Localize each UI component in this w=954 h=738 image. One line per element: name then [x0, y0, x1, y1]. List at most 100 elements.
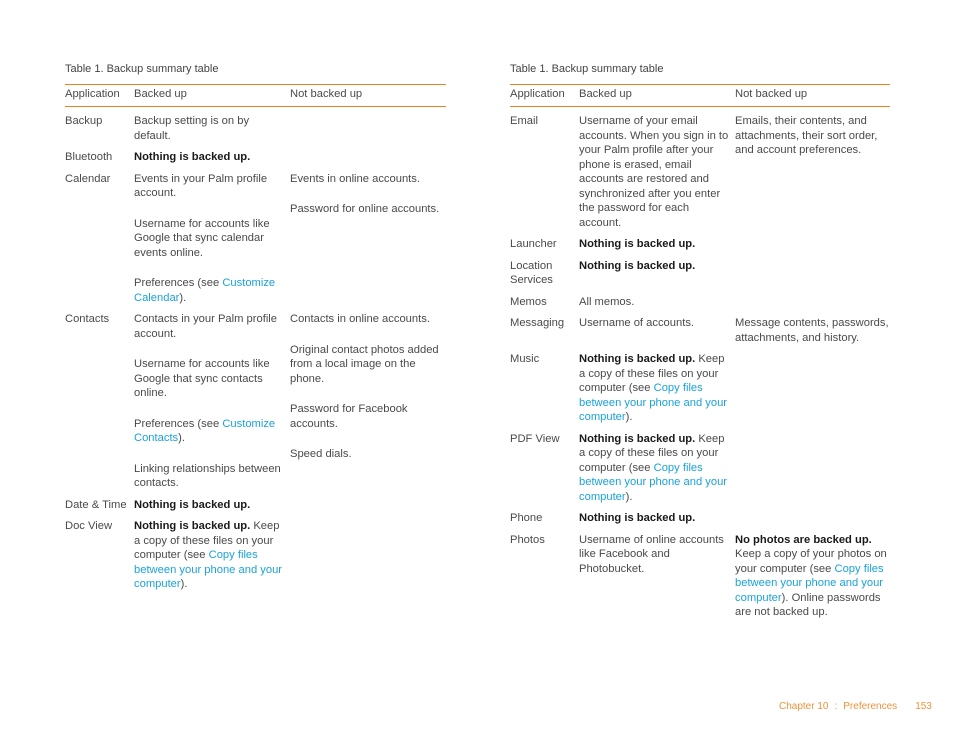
table-row-location-services: Location Services Nothing is backed up. — [510, 252, 890, 288]
emphasis-text: Nothing is backed up. — [134, 520, 251, 532]
cell-paragraph: Username of accounts. — [579, 316, 729, 331]
application-name: Bluetooth — [65, 151, 113, 163]
cell-paragraph: Preferences (see Customize Calendar). — [134, 276, 284, 305]
application-name: Messaging — [510, 317, 565, 329]
cell-text: Original contact photos added from a loc… — [290, 343, 439, 385]
cell-text: ). — [625, 411, 633, 423]
not-backed-up-cell — [735, 259, 890, 288]
cell-text: Linking relationships between contacts. — [134, 462, 281, 490]
cell-text: Username for accounts like Google that s… — [134, 217, 270, 259]
not-backed-up-cell — [290, 519, 446, 592]
backed-up-cell: All memos. — [579, 295, 735, 310]
application-name: Email — [510, 115, 538, 127]
footer-chapter: Chapter 10 — [779, 701, 829, 712]
table-row-doc-view: Doc View Nothing is backed up. Keep a cop… — [65, 512, 446, 592]
table-header-row: Application Backed up Not backed up — [65, 84, 446, 107]
backed-up-cell: Nothing is backed up. — [579, 237, 735, 252]
table-caption: Table 1. Backup summary table — [65, 63, 219, 75]
cell-paragraph: Username for accounts like Google that s… — [134, 357, 284, 401]
emphasis-text: Nothing is backed up. — [134, 151, 251, 163]
not-backed-up-cell — [735, 432, 890, 505]
backed-up-cell: Nothing is backed up. Keep a copy of the… — [134, 519, 290, 592]
cell-paragraph: Nothing is backed up. Keep a copy of the… — [134, 519, 284, 592]
cell-paragraph: Events in online accounts. — [290, 172, 446, 187]
not-backed-up-cell — [735, 295, 890, 310]
table-row-backup: Backup Backup setting is on by default. — [65, 107, 446, 143]
backed-up-cell: Nothing is backed up. — [134, 150, 290, 165]
cell-paragraph: Nothing is backed up. Keep a copy of the… — [579, 432, 729, 505]
cell-text: Password for Facebook accounts. — [290, 403, 408, 430]
not-backed-up-cell: Emails, their contents, and attachments,… — [735, 114, 890, 230]
cell-paragraph: Username of your email accounts. When yo… — [579, 114, 729, 230]
cell-paragraph: Message contents, passwords, attachments… — [735, 316, 890, 345]
emphasis-text: No photos are backed up. — [735, 533, 872, 546]
cell-paragraph: Nothing is backed up. — [579, 511, 729, 526]
cell-paragraph: Nothing is backed up. — [134, 498, 284, 513]
emphasis-text: Nothing is backed up. — [579, 432, 696, 445]
cell-text: Events in your Palm profile account. — [134, 172, 268, 200]
table-row-memos: Memos All memos. — [510, 288, 890, 310]
backed-up-cell: Username of accounts. — [579, 316, 735, 345]
cell-paragraph: No photos are backed up. Keep a copy of … — [735, 533, 890, 620]
cell-paragraph: Username of online accounts like Faceboo… — [579, 533, 729, 577]
not-backed-up-cell: Events in online accounts. Password for o… — [290, 172, 446, 306]
table-body: Email Username of your email accounts. Wh… — [510, 107, 890, 620]
backup-summary-table: Application Backed up Not backed up Emai… — [510, 84, 890, 620]
table-row-music: Music Nothing is backed up. Keep a copy o… — [510, 345, 890, 425]
backed-up-cell: Nothing is backed up. Keep a copy of the… — [579, 352, 735, 425]
cell-paragraph: Username for accounts like Google that s… — [134, 217, 284, 261]
application-name: Backup — [65, 115, 103, 127]
not-backed-up-cell — [735, 511, 890, 526]
application-name: Contacts — [65, 313, 110, 325]
cell-paragraph: Nothing is backed up. — [579, 259, 729, 274]
application-name: PDF View — [510, 432, 560, 445]
table-body: Backup Backup setting is on by default. Bl… — [65, 107, 446, 592]
table-row-calendar: Calendar Events in your Palm profile acco… — [65, 165, 446, 306]
table-row-bluetooth: Bluetooth Nothing is backed up. — [65, 143, 446, 165]
emphasis-text: Nothing is backed up. — [579, 259, 696, 272]
not-backed-up-cell — [735, 352, 890, 425]
cell-text: Username of accounts. — [579, 317, 695, 329]
table-row-photos: Photos Username of online accounts like F… — [510, 526, 890, 620]
cell-paragraph: Nothing is backed up. — [134, 150, 284, 165]
backed-up-cell: Backup setting is on by default. — [134, 114, 290, 143]
table-header-row: Application Backed up Not backed up — [510, 84, 890, 107]
application-name: Photos — [510, 533, 545, 546]
table-row-contacts: Contacts Contacts in your Palm profile ac… — [65, 305, 446, 491]
footer-section: Preferences — [843, 701, 898, 712]
not-backed-up-cell: Contacts in online accounts. Original con… — [290, 312, 446, 491]
not-backed-up-cell — [290, 498, 446, 513]
application-name: Doc View — [65, 520, 113, 532]
cell-paragraph: Nothing is backed up. — [579, 237, 729, 252]
backed-up-cell: Nothing is backed up. — [134, 498, 290, 513]
table-row-date-time: Date & Time Nothing is backed up. — [65, 491, 446, 513]
cell-text: ). — [180, 578, 188, 590]
application-name: Location Services — [510, 259, 553, 287]
cell-text: Events in online accounts. — [290, 172, 420, 185]
not-backed-up-cell: Message contents, passwords, attachments… — [735, 316, 890, 345]
application-name: Phone — [510, 512, 543, 524]
table-row-launcher: Launcher Nothing is backed up. — [510, 230, 890, 252]
backed-up-cell: Nothing is backed up. — [579, 511, 735, 526]
backup-summary-table: Application Backed up Not backed up Back… — [65, 84, 446, 592]
cell-text: Password for online accounts. — [290, 203, 440, 215]
header-backed-up: Backed up — [579, 88, 632, 100]
page-footer: Chapter 10: Preferences 153 — [779, 700, 932, 715]
cell-paragraph: Password for Facebook accounts. — [290, 402, 446, 431]
cell-text: All memos. — [579, 295, 635, 308]
table-row-email: Email Username of your email accounts. Wh… — [510, 107, 890, 230]
application-name: Calendar — [65, 172, 111, 185]
cell-paragraph: Linking relationships between contacts. — [134, 462, 284, 491]
cell-text: Username of your email accounts. When yo… — [579, 115, 729, 229]
header-not-backed-up: Not backed up — [290, 88, 363, 100]
backed-up-cell: Nothing is backed up. — [579, 259, 735, 288]
cell-paragraph: Backup setting is on by default. — [134, 114, 284, 143]
cell-paragraph: Contacts in your Palm profile account. — [134, 312, 284, 341]
table-row-pdf-view: PDF View Nothing is backed up. Keep a cop… — [510, 425, 890, 505]
backed-up-cell: Username of online accounts like Faceboo… — [579, 533, 735, 620]
application-name: Launcher — [510, 238, 557, 250]
cell-text: Speed dials. — [290, 448, 352, 460]
header-backed-up: Backed up — [134, 88, 187, 100]
cell-text: Message contents, passwords, attachments… — [735, 317, 889, 344]
cell-paragraph: All memos. — [579, 295, 729, 310]
